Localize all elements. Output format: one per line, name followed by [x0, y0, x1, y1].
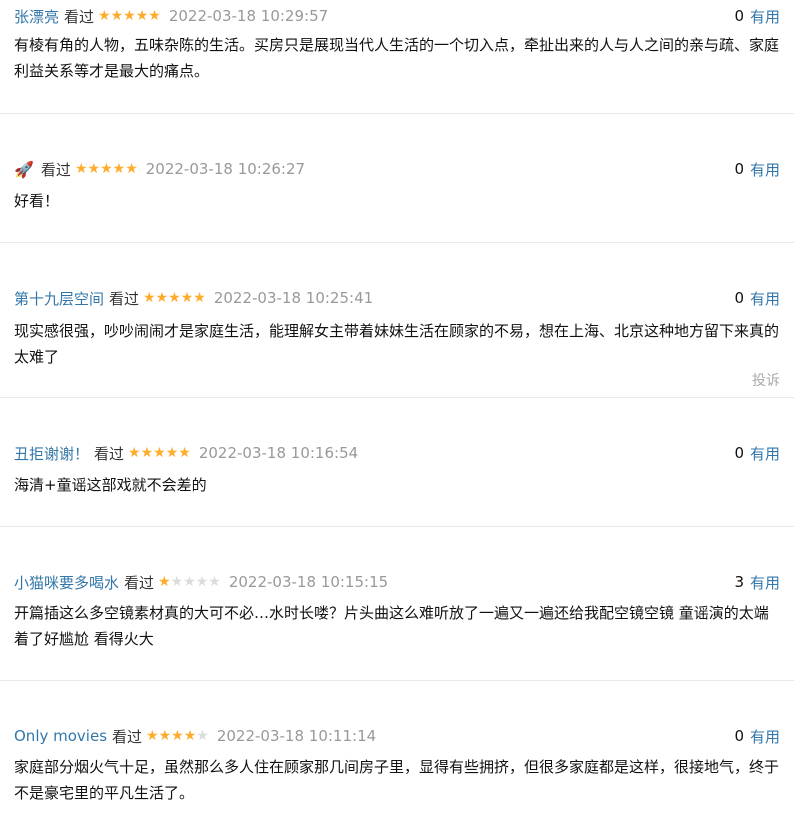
review-time: 2022-03-18 10:16:54: [198, 444, 359, 462]
watched-status: 看过: [109, 289, 140, 308]
username-link[interactable]: Only movies: [14, 727, 107, 745]
username-link[interactable]: 小猫咪要多喝水: [14, 572, 119, 593]
rating-stars: ★ ★ ★ ★ ★: [143, 291, 206, 305]
star-icon: ★: [135, 8, 149, 24]
review-item: 丑拒谢谢！ 看过 ★ ★ ★ ★ ★ 2022-03-18 10:16:54 0 有用 海清+童谣这…: [0, 441, 794, 527]
review-content: 家庭部分烟火气十足，虽然那么多人住在顾家那几间房子里，显得有些拥挤，但很多家庭都…: [14, 758, 780, 802]
useful-vote: 0 有用: [734, 724, 780, 748]
star-icon: ★: [128, 445, 141, 461]
star-icon: ★: [171, 728, 184, 744]
star-icon: ★: [158, 574, 171, 590]
useful-count: 0: [734, 160, 744, 178]
star-icon: ★: [146, 728, 159, 744]
review-time: 2022-03-18 10:25:41: [213, 289, 374, 307]
review-time: 2022-03-18 10:15:15: [228, 573, 389, 591]
review-content: 海清+童谣这部戏就不会差的: [14, 476, 207, 494]
rating-stars: ★ ★ ★ ★ ★: [75, 162, 138, 176]
username-link[interactable]: 第十九层空间: [14, 288, 104, 309]
useful-count: 3: [734, 573, 744, 591]
useful-button[interactable]: 有用: [750, 6, 780, 27]
star-icon: ★: [183, 728, 197, 744]
watched-status: 看过: [94, 444, 125, 463]
star-icon: ★: [195, 574, 209, 590]
star-icon: ★: [87, 161, 101, 177]
star-icon: ★: [208, 574, 221, 590]
review-item: 🚀 看过 ★ ★ ★ ★ ★ 2022-03-18 10:26:27 0 有用 好看！: [0, 157, 794, 243]
review-item: 第十九层空间 看过 ★ ★ ★ ★ ★ 2022-03-18 10:25:41 0 有用 现实感很强…: [0, 286, 794, 398]
star-icon: ★: [143, 290, 156, 306]
star-icon: ★: [112, 161, 126, 177]
review-meta: 第十九层空间 看过 ★ ★ ★ ★ ★ 2022-03-18 10:25:41: [14, 286, 373, 310]
rating-stars: ★ ★ ★ ★ ★: [128, 446, 191, 460]
rocket-icon[interactable]: 🚀: [14, 160, 34, 179]
star-icon: ★: [180, 290, 194, 306]
useful-button[interactable]: 有用: [750, 726, 780, 747]
useful-button[interactable]: 有用: [750, 159, 780, 180]
useful-count: 0: [734, 289, 744, 307]
report-link[interactable]: 投诉: [752, 370, 780, 390]
star-icon: ★: [140, 445, 154, 461]
star-icon: ★: [100, 161, 113, 177]
watched-status: 看过: [40, 160, 71, 179]
star-icon: ★: [196, 728, 209, 744]
star-icon: ★: [153, 445, 166, 461]
star-icon: ★: [170, 574, 184, 590]
useful-count: 0: [734, 444, 744, 462]
star-icon: ★: [148, 8, 161, 24]
star-icon: ★: [158, 728, 172, 744]
star-icon: ★: [168, 290, 181, 306]
review-meta: 丑拒谢谢！ 看过 ★ ★ ★ ★ ★ 2022-03-18 10:16:54: [14, 441, 358, 465]
review-item: Only movies 看过 ★ ★ ★ ★ ★ 2022-03-18 10:11:14 0 有用…: [0, 724, 794, 819]
username-link[interactable]: 张漂亮: [14, 6, 59, 27]
star-icon: ★: [110, 8, 124, 24]
useful-button[interactable]: 有用: [750, 288, 780, 309]
star-icon: ★: [125, 161, 138, 177]
review-content: 现实感很强，吵吵闹闹才是家庭生活，能理解女主带着妹妹生活在顾家的不易，想在上海、…: [14, 322, 780, 366]
star-icon: ★: [155, 290, 169, 306]
review-item: 张漂亮 看过 ★ ★ ★ ★ ★ 2022-03-18 10:29:57 0 有用 有棱有角的人物，…: [0, 4, 794, 114]
watched-status: 看过: [64, 7, 95, 26]
review-content: 开篇插这么多空镜素材真的大可不必…水时长喽？片头曲这么难听放了一遍又一遍还给我配…: [14, 604, 769, 648]
useful-vote: 0 有用: [734, 157, 780, 181]
star-icon: ★: [123, 8, 136, 24]
star-icon: ★: [98, 8, 111, 24]
review-content: 有棱有角的人物，五味杂陈的生活。买房只是展现当代人生活的一个切入点，牵扯出来的人…: [14, 36, 780, 80]
review-meta: Only movies 看过 ★ ★ ★ ★ ★ 2022-03-18 10:11:14: [14, 724, 376, 748]
useful-count: 0: [734, 727, 744, 745]
review-meta: 🚀 看过 ★ ★ ★ ★ ★ 2022-03-18 10:26:27: [14, 157, 305, 181]
watched-status: 看过: [112, 727, 143, 746]
star-icon: ★: [165, 445, 179, 461]
useful-count: 0: [734, 7, 744, 25]
star-icon: ★: [193, 290, 206, 306]
rating-stars: ★ ★ ★ ★ ★: [146, 729, 209, 743]
watched-status: 看过: [124, 573, 155, 592]
useful-vote: 0 有用: [734, 286, 780, 310]
useful-vote: 0 有用: [734, 441, 780, 465]
useful-vote: 3 有用: [734, 570, 780, 594]
review-item: 小猫咪要多喝水 看过 ★ ★ ★ ★ ★ 2022-03-18 10:15:15 3 有用 开篇插这…: [0, 570, 794, 681]
review-meta: 张漂亮 看过 ★ ★ ★ ★ ★ 2022-03-18 10:29:57: [14, 4, 328, 28]
star-icon: ★: [183, 574, 196, 590]
review-time: 2022-03-18 10:11:14: [216, 727, 377, 745]
username-link[interactable]: 丑拒谢谢！: [14, 443, 89, 464]
useful-button[interactable]: 有用: [750, 443, 780, 464]
review-time: 2022-03-18 10:29:57: [168, 7, 329, 25]
star-icon: ★: [74, 161, 88, 177]
star-icon: ★: [178, 445, 191, 461]
useful-vote: 0 有用: [734, 4, 780, 28]
rating-stars: ★ ★ ★ ★ ★: [98, 9, 161, 23]
review-time: 2022-03-18 10:26:27: [145, 160, 306, 178]
review-meta: 小猫咪要多喝水 看过 ★ ★ ★ ★ ★ 2022-03-18 10:15:15: [14, 570, 388, 594]
useful-button[interactable]: 有用: [750, 572, 780, 593]
review-content: 好看！: [14, 192, 60, 210]
rating-stars: ★ ★ ★ ★ ★: [158, 575, 221, 589]
